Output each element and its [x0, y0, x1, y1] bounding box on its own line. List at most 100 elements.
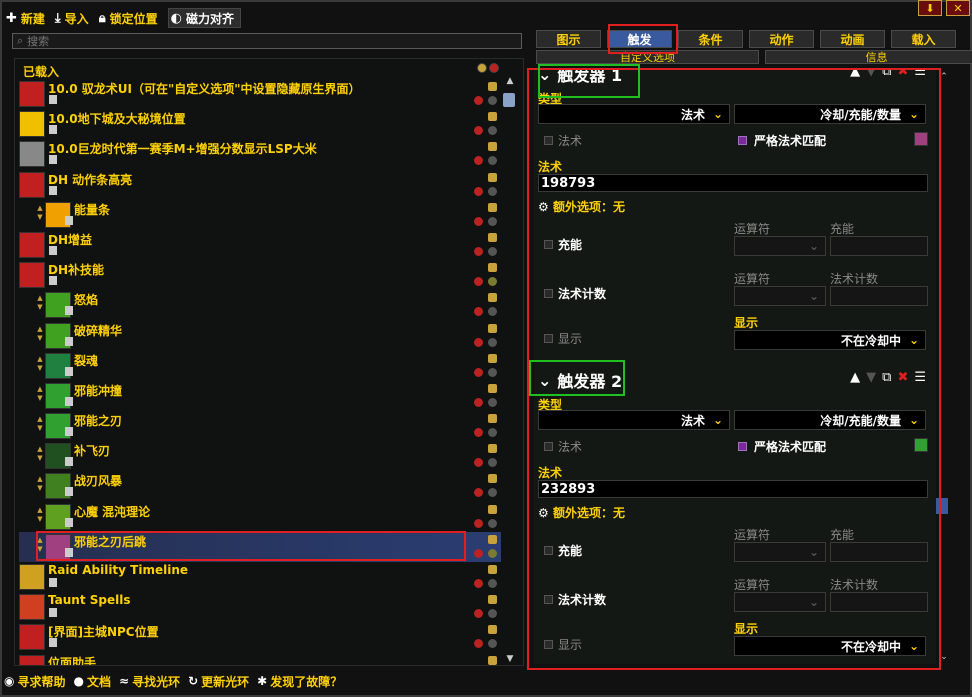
aura-list-item[interactable]: DH增益	[19, 230, 501, 260]
reorder-arrows-icon[interactable]: ▲ ▼	[35, 385, 45, 403]
aura-list-item[interactable]: ▲ ▼ 邪能之刃	[19, 411, 501, 441]
chevron-down-icon[interactable]: ⌄	[538, 371, 551, 390]
update-auras-button[interactable]: ↻ 更新光环	[188, 673, 249, 690]
aura-expand-icon[interactable]	[488, 414, 497, 424]
options-scrollbar[interactable]: ⌃ ⌄	[934, 68, 948, 668]
aura-expand-icon[interactable]	[488, 625, 497, 635]
aura-expand-icon[interactable]	[488, 202, 497, 212]
aura-visibility-icon[interactable]	[488, 548, 497, 558]
aura-expand-icon[interactable]	[488, 595, 497, 605]
aura-list-item[interactable]: ▲ ▼ 破碎精华	[19, 321, 501, 351]
trigger-subtype-dropdown[interactable]: 冷却/充能/数量 ⌄	[734, 410, 926, 430]
trigger-type-dropdown[interactable]: 法术 ⌄	[538, 410, 730, 430]
charges-operator-dropdown[interactable]: ⌄	[734, 236, 826, 256]
aura-expand-icon[interactable]	[488, 232, 497, 242]
scroll-down-icon[interactable]: ▼	[504, 654, 516, 664]
options-scroll-down-icon[interactable]: ⌄	[938, 652, 950, 662]
aura-list-item[interactable]: 10.0地下城及大秘境位置	[19, 109, 501, 139]
show-dropdown[interactable]: 不在冷却中 ⌄	[734, 330, 926, 350]
aura-visibility-icon[interactable]	[488, 96, 497, 105]
aura-visibility-icon[interactable]	[488, 397, 497, 407]
aura-load-icon[interactable]	[474, 609, 483, 619]
minimize-button[interactable]: ⬇	[918, 0, 942, 16]
aura-load-icon[interactable]	[474, 367, 483, 377]
tab-trigger[interactable]: 触发	[607, 30, 672, 48]
tab-actions[interactable]: 动作	[749, 30, 814, 48]
tab-information[interactable]: 信息	[765, 50, 972, 64]
charges-checkbox[interactable]	[544, 546, 553, 555]
import-button[interactable]: ⤓ 导入	[55, 10, 89, 27]
close-button[interactable]: ✕	[946, 0, 970, 16]
delete-icon[interactable]: ✖	[897, 68, 908, 79]
aura-list-item[interactable]: ▲ ▼ 邪能之刃后跳	[19, 531, 501, 562]
aura-load-icon[interactable]	[474, 639, 483, 649]
reorder-arrows-icon[interactable]: ▲ ▼	[35, 204, 45, 222]
aura-visibility-icon[interactable]	[488, 458, 497, 468]
aura-visibility-icon[interactable]	[488, 246, 497, 256]
collapse-all-icon[interactable]	[489, 63, 499, 73]
expand-all-icon[interactable]	[477, 63, 487, 73]
aura-list-item[interactable]: Taunt Spells	[19, 592, 501, 622]
duplicate-icon[interactable]: ⧉	[882, 370, 891, 385]
aura-list-item[interactable]: 10.0巨龙时代第一赛季M+增强分数显示LSP大米	[19, 139, 501, 169]
spellcount-value-input[interactable]	[830, 286, 928, 306]
aura-load-icon[interactable]	[474, 397, 483, 407]
tab-custom-options[interactable]: 自定义选项	[536, 50, 759, 64]
aura-visibility-icon[interactable]	[488, 337, 497, 347]
aura-list-item[interactable]: 10.0 驭龙术UI（可在"自定义选项"中设置隐藏原生界面）	[19, 79, 501, 109]
aura-expand-icon[interactable]	[488, 474, 497, 484]
chevron-down-icon[interactable]: ⌄	[538, 68, 551, 84]
spell-id-input[interactable]: 232893	[538, 480, 928, 498]
show-dropdown[interactable]: 不在冷却中 ⌄	[734, 636, 926, 656]
tab-display[interactable]: 图示	[536, 30, 601, 48]
aura-expand-icon[interactable]	[488, 323, 497, 333]
reorder-arrows-icon[interactable]: ▲ ▼	[35, 415, 45, 433]
scroll-thumb[interactable]	[503, 93, 515, 107]
aura-visibility-icon[interactable]	[488, 579, 497, 588]
aura-visibility-icon[interactable]	[488, 156, 497, 166]
aura-visibility-icon[interactable]	[488, 488, 497, 498]
aura-list-scrollbar[interactable]: ▲ ▼	[500, 74, 520, 664]
aura-expand-icon[interactable]	[488, 263, 497, 273]
spellcount-operator-dropdown[interactable]: ⌄	[734, 592, 826, 612]
magnet-align-button[interactable]: ◐ 磁力对齐	[167, 8, 241, 28]
spell-checkbox[interactable]	[544, 136, 553, 145]
aura-list-item[interactable]: ▲ ▼ 裂魂	[19, 351, 501, 381]
aura-expand-icon[interactable]	[488, 383, 497, 393]
aura-list-item[interactable]: ▲ ▼ 能量条	[19, 200, 501, 230]
reorder-arrows-icon[interactable]: ▲ ▼	[35, 294, 45, 312]
show-checkbox[interactable]	[544, 334, 553, 343]
find-auras-button[interactable]: ≈ 寻找光环	[119, 673, 180, 690]
aura-list-item[interactable]: DH补技能	[19, 260, 501, 290]
spellcount-operator-dropdown[interactable]: ⌄	[734, 286, 826, 306]
aura-load-icon[interactable]	[474, 458, 483, 468]
aura-list-item[interactable]: 位面助手	[19, 653, 501, 665]
strict-match-checkbox[interactable]	[738, 136, 747, 145]
lock-button[interactable]: 🔒︎ 锁定位置	[99, 10, 158, 27]
charges-value-input[interactable]	[830, 236, 928, 256]
aura-list-item[interactable]: ▲ ▼ 邪能冲撞	[19, 381, 501, 411]
aura-load-icon[interactable]	[474, 307, 483, 317]
aura-expand-icon[interactable]	[488, 353, 497, 363]
aura-list-item[interactable]: ▲ ▼ 战刃风暴	[19, 471, 501, 501]
aura-list-item[interactable]: Raid Ability Timeline	[19, 562, 501, 592]
aura-list-item[interactable]: [界面]主城NPC位置	[19, 622, 501, 652]
spellcount-checkbox[interactable]	[544, 595, 553, 604]
aura-visibility-icon[interactable]	[488, 307, 497, 317]
aura-load-icon[interactable]	[474, 337, 483, 347]
search-input[interactable]: ⌕ 搜索	[12, 33, 522, 49]
aura-load-icon[interactable]	[474, 156, 483, 166]
spell-id-input[interactable]: 198793	[538, 174, 928, 192]
spellcount-checkbox[interactable]	[544, 289, 553, 298]
reorder-arrows-icon[interactable]: ▲ ▼	[35, 445, 45, 463]
aura-visibility-icon[interactable]	[488, 186, 497, 196]
menu-icon[interactable]: ☰	[914, 68, 926, 79]
spellcount-value-input[interactable]	[830, 592, 928, 612]
docs-button[interactable]: ● 文档	[74, 673, 112, 690]
new-button[interactable]: ✚ 新建	[6, 10, 45, 27]
aura-expand-icon[interactable]	[488, 534, 497, 544]
extra-options-toggle[interactable]: ⚙ 额外选项：无	[538, 198, 625, 215]
reorder-arrows-icon[interactable]: ▲ ▼	[35, 506, 45, 524]
move-down-icon[interactable]: ▼	[866, 370, 876, 385]
move-up-icon[interactable]: ▲	[850, 370, 860, 385]
